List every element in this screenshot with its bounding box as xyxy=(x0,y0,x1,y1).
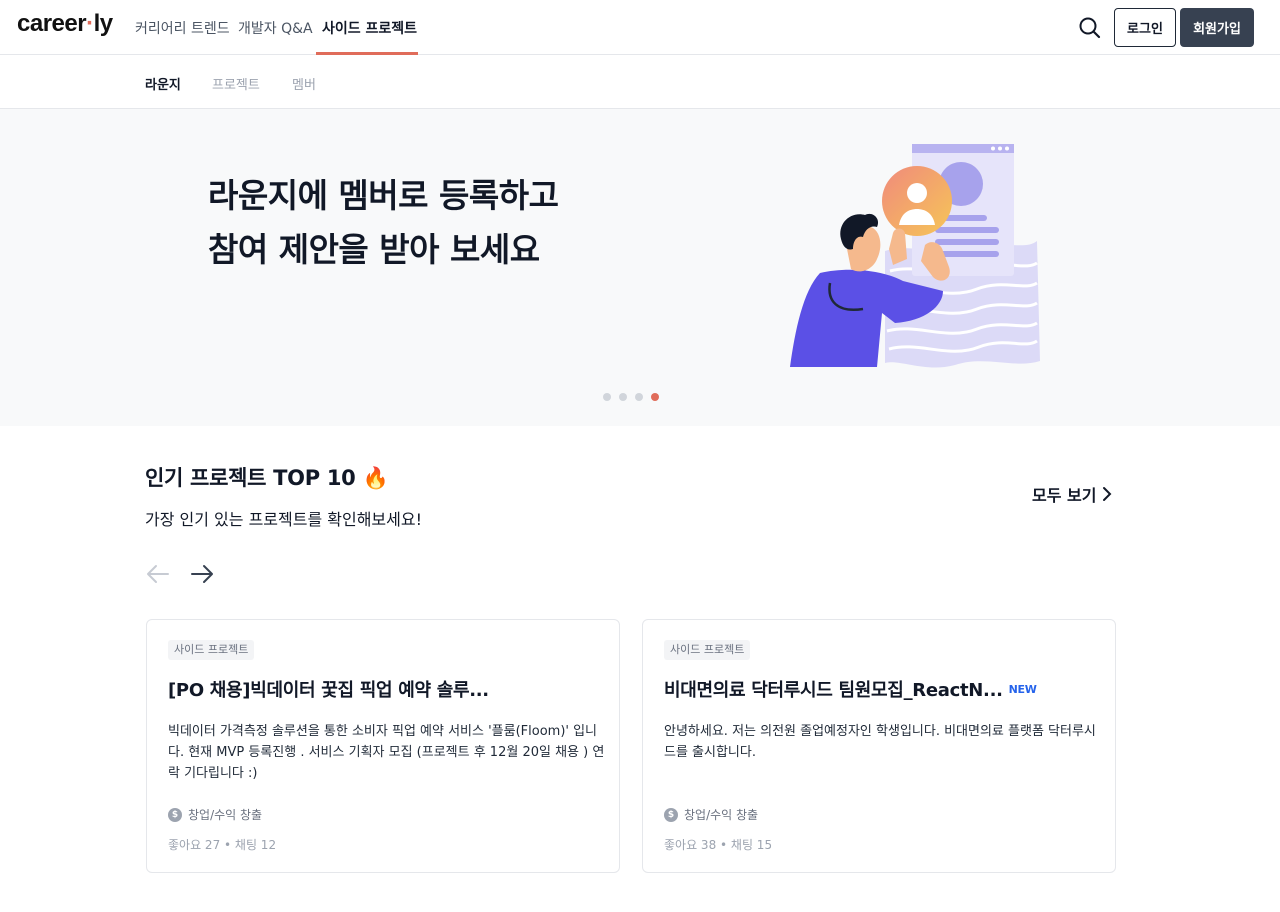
card-category: $ 창업/수익 창출 xyxy=(664,806,758,823)
coin-icon: $ xyxy=(664,807,678,822)
nav-dev-qa[interactable]: 개발자 Q&A xyxy=(238,18,313,38)
carousel-prev-button[interactable] xyxy=(146,563,170,585)
arrow-right-icon xyxy=(191,565,213,583)
carousel-dot-1[interactable] xyxy=(603,393,611,401)
project-card[interactable]: 사이드 프로젝트 비대면의료 닥터루시드 팀원모집_ReactN... NEW 안… xyxy=(642,619,1116,873)
active-nav-indicator xyxy=(316,52,418,55)
card-description: 안녕하세요. 저는 의전원 졸업예정자인 학생입니다. 비대면의료 플랫폼 닥터… xyxy=(664,724,1096,760)
careerly-logo[interactable]: career·ly xyxy=(17,10,113,38)
arrow-left-icon xyxy=(147,565,169,583)
section-subtitle: 가장 인기 있는 프로젝트를 확인해보세요! xyxy=(145,510,422,529)
card-title: [PO 채용]빅데이터 꿏집 픽업 예약 솔루... xyxy=(168,680,489,701)
coin-icon: $ xyxy=(168,807,182,822)
carousel-next-button[interactable] xyxy=(190,563,214,585)
carousel-dot-2[interactable] xyxy=(619,393,627,401)
hero-illustration xyxy=(790,144,1040,368)
sub-nav: 라운지 프로젝트 멤버 xyxy=(0,56,1280,109)
tab-members[interactable]: 멤버 xyxy=(292,74,316,93)
card-stats: 좋아요 38 • 채팅 15 xyxy=(664,838,773,852)
search-button[interactable] xyxy=(1076,14,1104,42)
card-stats: 좋아요 27 • 채팅 12 xyxy=(168,838,277,852)
section-title: 인기 프로젝트 TOP 10 🔥 xyxy=(145,466,389,490)
see-all-link[interactable]: 모두 보기 xyxy=(1032,482,1112,506)
card-tag: 사이드 프로젝트 xyxy=(168,640,255,660)
search-icon xyxy=(1079,17,1101,39)
carousel-dot-3[interactable] xyxy=(635,393,643,401)
top-nav: career·ly 커리어리 트렌드 개발자 Q&A 사이드 프로젝트 로그인 … xyxy=(0,0,1280,55)
new-badge: NEW xyxy=(1008,683,1037,696)
hero-title-line2: 참여 제안을 받아 보세요 xyxy=(208,230,540,269)
see-all-label: 모두 보기 xyxy=(1032,486,1097,505)
project-card[interactable]: 사이드 프로젝트 [PO 채용]빅데이터 꿏집 픽업 예약 솔루... 빅데이터… xyxy=(146,619,620,873)
carousel-dots xyxy=(603,393,659,401)
card-title: 비대면의료 닥터루시드 팀원모집_ReactN... NEW xyxy=(664,680,1037,701)
hero-title-line1: 라운지에 멤버로 등록하고 xyxy=(208,176,559,215)
login-button[interactable]: 로그인 xyxy=(1114,8,1176,47)
nav-trends[interactable]: 커리어리 트렌드 xyxy=(135,18,230,38)
nav-side-project[interactable]: 사이드 프로젝트 xyxy=(322,18,417,38)
card-category: $ 창업/수익 창출 xyxy=(168,806,262,823)
chevron-right-icon xyxy=(1103,487,1112,501)
card-tag: 사이드 프로젝트 xyxy=(664,640,751,660)
card-description: 빅데이터 가격측정 솔루션을 통한 소비자 픽업 예약 서비스 '플룸(Floo… xyxy=(168,724,605,781)
tab-projects[interactable]: 프로젝트 xyxy=(212,74,260,93)
tab-lounge[interactable]: 라운지 xyxy=(145,74,181,93)
hero-banner[interactable]: 라운지에 멤버로 등록하고 참여 제안을 받아 보세요 xyxy=(0,109,1280,426)
carousel-dot-4[interactable] xyxy=(651,393,659,401)
signup-button[interactable]: 회원가입 xyxy=(1180,8,1254,47)
